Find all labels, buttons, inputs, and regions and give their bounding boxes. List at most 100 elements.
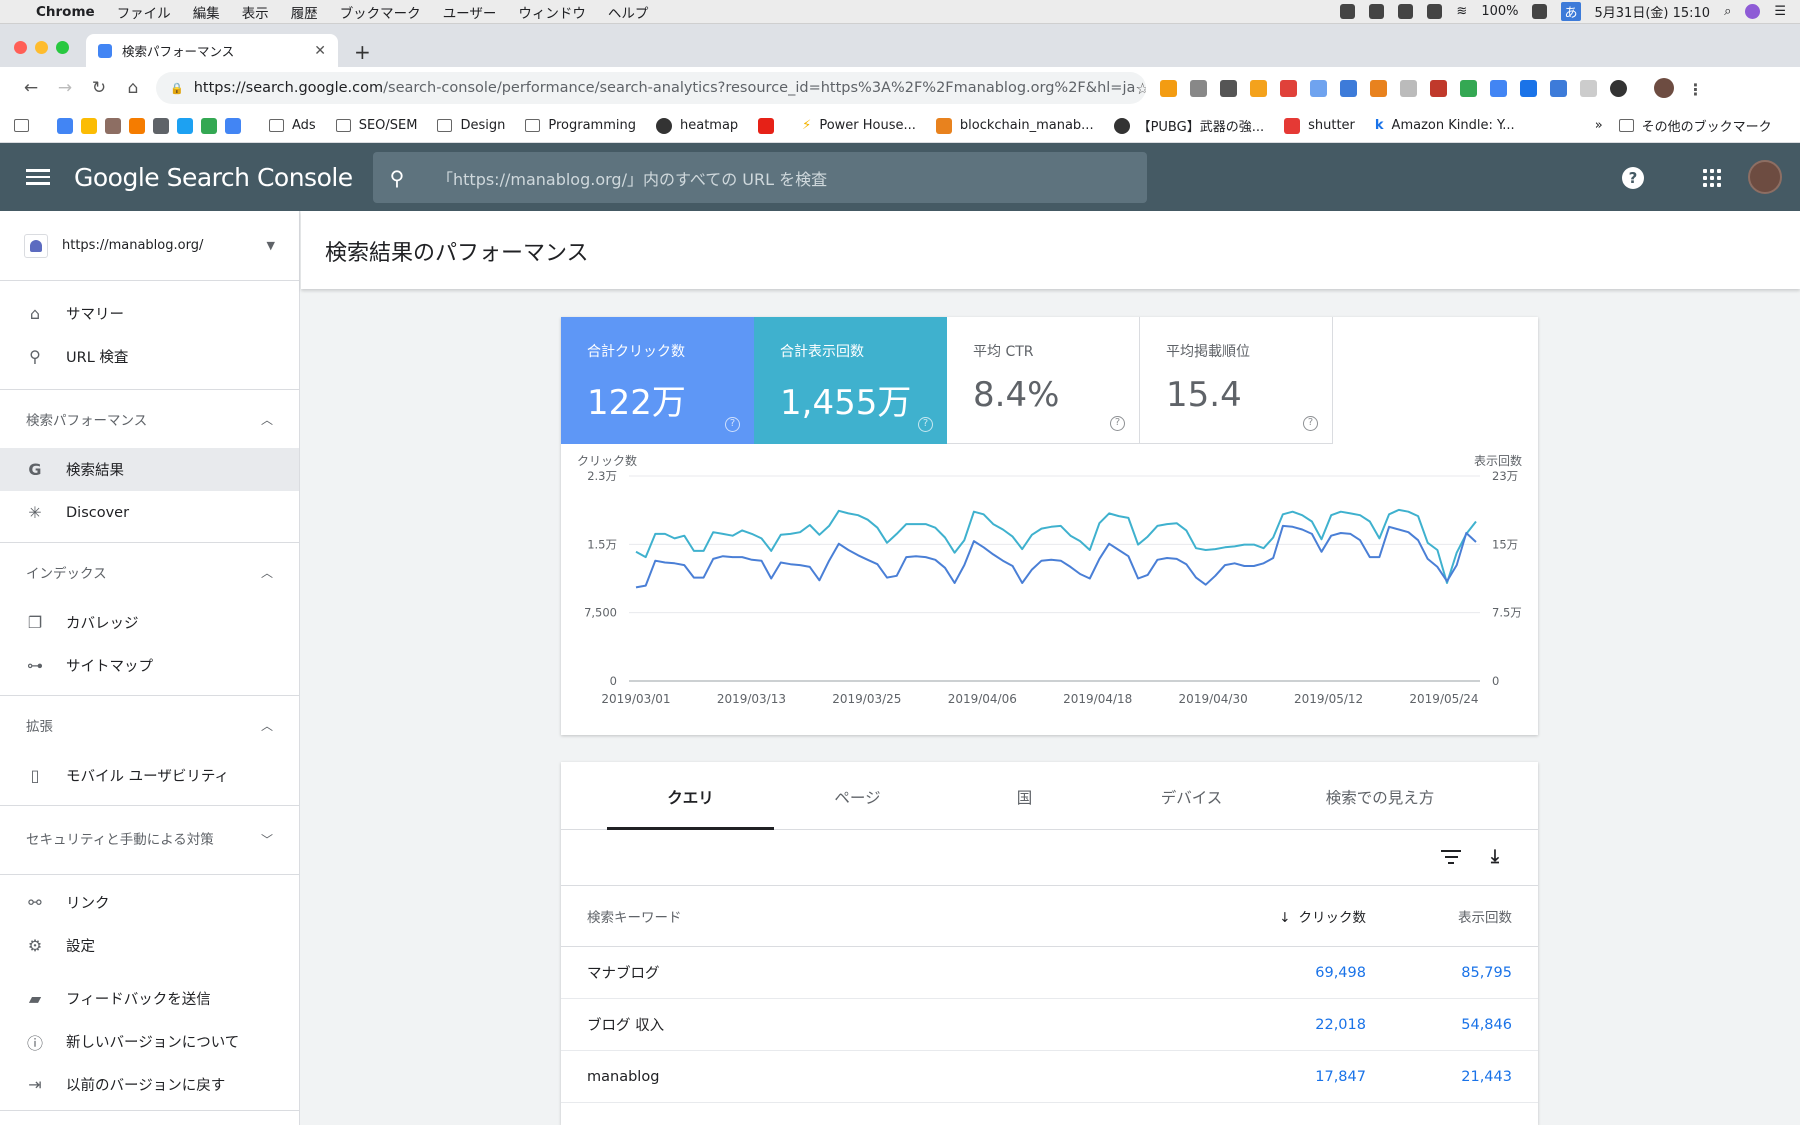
property-selector[interactable]: https://manablog.org/ ▼	[0, 211, 299, 281]
sidebar-item-url-inspection[interactable]: ⚲ URL 検査	[0, 335, 299, 378]
metric-average-ctr[interactable]: 平均 CTR 8.4% ?	[947, 317, 1140, 444]
metric-total-impressions[interactable]: 合計表示回数 1,455万 ?	[754, 317, 947, 444]
link-extension-icon[interactable]	[1310, 79, 1327, 97]
bookmark-star-icon[interactable]: ☆	[1135, 79, 1146, 98]
bookmark-ads[interactable]: Ads	[269, 118, 316, 133]
sidebar-item-feedback[interactable]: ▰ フィードバックを送信	[0, 977, 299, 1020]
input-method[interactable]: あ	[1561, 2, 1581, 21]
bookmark-programming[interactable]: Programming	[525, 118, 636, 133]
notification-center-icon[interactable]: ☰	[1774, 4, 1786, 19]
chevron-down-icon[interactable]: ﹀	[261, 830, 273, 851]
back-icon[interactable]: ←	[14, 78, 48, 98]
fox-extension-icon[interactable]	[1370, 79, 1387, 97]
header-clicks[interactable]: ↓ クリック数	[1216, 906, 1366, 926]
google2-icon[interactable]	[225, 117, 241, 134]
cloud-icon[interactable]	[1398, 4, 1414, 19]
check-extension-icon[interactable]	[1520, 79, 1537, 97]
siri-icon[interactable]	[1745, 4, 1761, 19]
address-bar[interactable]: 🔒 https://search.google.com/search-conso…	[156, 72, 1146, 104]
menu-user[interactable]: ユーザー	[443, 2, 497, 22]
forward-icon[interactable]: →	[48, 78, 82, 98]
sidebar-item-about-new-version[interactable]: ⓘ 新しいバージョンについて	[0, 1020, 299, 1063]
dropdown-arrow-icon[interactable]: ▼	[267, 239, 275, 252]
performance-chart[interactable]: クリック数 表示回数 2.3万 23万 1.5万 15万 7,500 7.5万 0 0 2019/0…	[561, 444, 1538, 735]
analytics-icon[interactable]	[129, 117, 145, 134]
table-row[interactable]: マナブログ 69,498 85,795	[561, 947, 1538, 999]
bookmark-apps[interactable]	[14, 119, 37, 132]
bookmark-powerhouse[interactable]: ⚡ Power House...	[802, 118, 916, 133]
bookmark-other[interactable]: その他のブックマーク	[1618, 116, 1772, 135]
tab-queries[interactable]: クエリ	[607, 786, 774, 808]
bookmark-youtube[interactable]	[758, 117, 782, 134]
help-icon[interactable]: ?	[725, 417, 740, 432]
header-keyword[interactable]: 検索キーワード	[587, 906, 1216, 926]
chevron-up-icon[interactable]: ︿	[261, 411, 273, 428]
red-extension-icon[interactable]	[1280, 79, 1297, 97]
section-index[interactable]: インデックス ︿	[0, 543, 299, 601]
lock-icon[interactable]: 🔒	[170, 82, 184, 95]
red2-extension-icon[interactable]	[1430, 79, 1447, 97]
metric-average-position[interactable]: 平均掲載順位 15.4 ?	[1140, 317, 1333, 444]
url-inspect-search[interactable]: ⚲ 「https://manablog.org/」内のすべての URL を検査	[373, 152, 1147, 203]
bookmark-seo[interactable]: SEO/SEM	[335, 118, 417, 133]
help-icon[interactable]: ?	[1622, 167, 1644, 189]
dropbox-icon[interactable]	[1340, 4, 1356, 19]
close-tab-icon[interactable]: ✕	[314, 43, 326, 59]
sidebar-item-coverage[interactable]: ❐ カバレッジ	[0, 601, 299, 644]
menu-file[interactable]: ファイル	[117, 2, 171, 22]
menu-help[interactable]: ヘルプ	[608, 2, 649, 22]
help-icon[interactable]: ?	[918, 417, 933, 432]
spotlight-icon[interactable]: ⌕	[1724, 4, 1731, 19]
table-row[interactable]: ブログ 収入 22,018 54,846	[561, 999, 1538, 1051]
search-icon[interactable]: ⚲	[373, 166, 421, 190]
bookmark-design[interactable]: Design	[437, 118, 505, 133]
brand-logo[interactable]: Google Search Console	[74, 163, 353, 192]
section-enhancements[interactable]: 拡張 ︿	[0, 696, 299, 754]
help-icon[interactable]: ?	[1303, 416, 1318, 431]
close-window-button[interactable]	[14, 41, 27, 54]
download-icon[interactable]: ⤓	[1491, 846, 1499, 867]
fork-icon[interactable]	[153, 117, 169, 134]
info-extension-icon[interactable]	[1610, 79, 1627, 97]
tab-countries[interactable]: 国	[941, 786, 1108, 808]
menu-history[interactable]: 履歴	[291, 2, 318, 22]
filter-icon[interactable]	[1441, 850, 1461, 868]
sidebar-item-search-results[interactable]: G 検索結果	[0, 448, 299, 491]
header-impressions[interactable]: 表示回数	[1366, 906, 1512, 926]
tab-search-appearance[interactable]: 検索での見え方	[1275, 786, 1485, 808]
google-icon[interactable]	[57, 117, 73, 134]
clock[interactable]: 5月31日(金) 15:10	[1595, 2, 1711, 21]
bookmark-kindle[interactable]: k Amazon Kindle: Y...	[1375, 118, 1515, 133]
screenshot-extension-icon[interactable]	[1550, 79, 1567, 97]
1password-icon[interactable]	[1427, 4, 1443, 19]
account-avatar[interactable]	[1748, 160, 1782, 194]
section-search-performance[interactable]: 検索パフォーマンス ︿	[0, 390, 299, 448]
minimize-window-button[interactable]	[35, 41, 48, 54]
gmail-extension-icon[interactable]	[1220, 79, 1237, 97]
hatena-icon[interactable]	[1369, 4, 1385, 19]
reload-icon[interactable]: ↻	[82, 78, 116, 98]
sidebar-item-sitemap[interactable]: ⊶ サイトマップ	[0, 644, 299, 687]
chart-extension-icon[interactable]	[1250, 79, 1267, 97]
sidebar-item-mobile-usability[interactable]: ▯ モバイル ユーザビリティ	[0, 754, 299, 797]
chrome-menu-icon[interactable]: ⋮	[1687, 80, 1704, 99]
hamburger-menu-icon[interactable]	[26, 169, 50, 185]
k-icon[interactable]	[105, 117, 121, 134]
sidebar-item-links[interactable]: ⚯ リンク	[0, 881, 299, 924]
doc-extension-icon[interactable]	[1580, 79, 1597, 97]
tab-pages[interactable]: ページ	[774, 786, 941, 808]
help-icon[interactable]: ?	[1110, 416, 1125, 431]
ads-icon[interactable]	[81, 117, 97, 134]
google-extension-icon[interactable]	[1460, 79, 1477, 97]
chevron-up-icon[interactable]: ︿	[261, 564, 273, 581]
menu-app-name[interactable]: Chrome	[36, 4, 95, 20]
browser-tab[interactable]: 検索パフォーマンス ✕	[86, 34, 338, 67]
sidebar-item-old-version[interactable]: ⇥ 以前のバージョンに戻す	[0, 1063, 299, 1106]
zoom-window-button[interactable]	[56, 41, 69, 54]
menu-window[interactable]: ウィンドウ	[518, 2, 586, 22]
chevron-up-icon[interactable]: ︿	[261, 717, 273, 734]
wifi-icon[interactable]: ≋	[1456, 4, 1467, 19]
bookmark-shutter[interactable]: shutter	[1284, 117, 1355, 134]
tab-devices[interactable]: デバイス	[1108, 786, 1275, 808]
drive-icon[interactable]	[201, 117, 217, 134]
